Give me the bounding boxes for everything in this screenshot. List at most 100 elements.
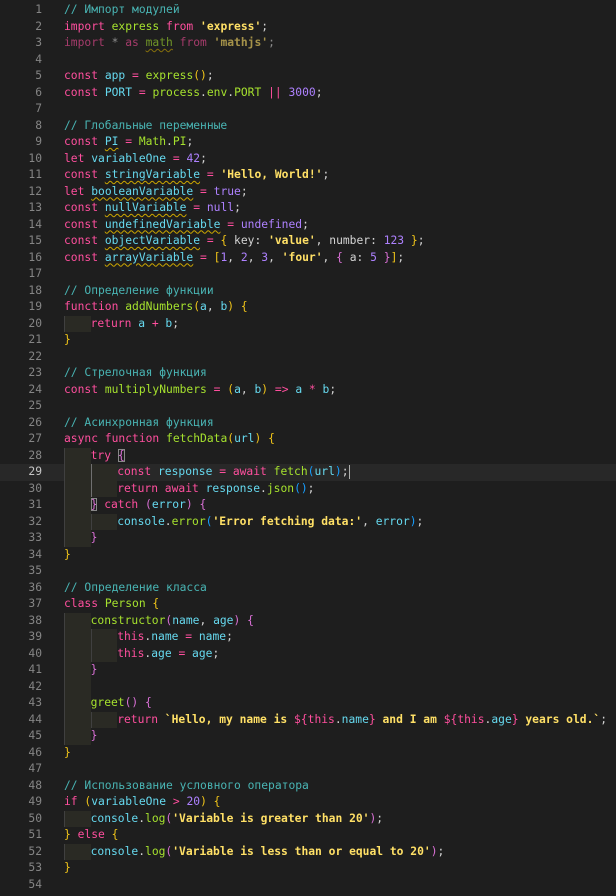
code-token: let [64,184,92,198]
code-token: ; [268,36,275,49]
code-line[interactable]: 4 [0,52,616,69]
code-token: ; [206,69,214,82]
line-number: 11 [28,168,42,181]
code-line[interactable]: 9 const PI = Math.PI; [0,134,616,151]
code-line[interactable]: 1 // Импорт модулей [0,2,616,19]
code-line[interactable]: 31} catch (error) { [0,497,616,514]
line-content: } else { [64,827,118,844]
line-content: const objectVariable = { key: 'value', n… [64,233,425,250]
code-line[interactable]: 12 let booleanVariable = true; [0,184,616,201]
code-line[interactable]: 30 return await response.json(); [0,480,616,497]
code-line[interactable]: 43 greet() { [0,695,616,712]
code-token: // Импорт модулей [64,3,180,16]
code-line[interactable]: 48 // Использование условного оператора [0,778,616,795]
code-line[interactable]: 54 [0,877,616,894]
code-token: } [64,547,71,561]
line-content: } [64,332,71,349]
code-token: math [145,36,173,49]
code-editor[interactable]: 1 // Импорт модулей 2 import express from '… [0,0,616,896]
line-content: const nullVariable = null; [64,200,241,217]
code-token: log [145,811,166,825]
code-line[interactable]: 47 [0,761,616,778]
code-line[interactable]: 16 const arrayVariable = [1, 2, 3, 'four'… [0,250,616,267]
code-token: else [77,828,112,841]
code-token: } [511,712,519,726]
code-line[interactable]: 17 [0,266,616,283]
line-number: 26 [28,415,42,429]
code-token: { [111,828,119,841]
code-token: } [64,333,71,346]
code-line[interactable]: 28 try { [0,447,616,464]
code-line[interactable]: 15 const objectVariable = { key: 'value',… [0,233,616,250]
line-content: async function fetchData(url) { [64,431,275,448]
code-token: ; [226,630,233,643]
indent-guide [64,678,91,695]
line-number: 19 [28,300,42,313]
code-line[interactable]: 29 const response = await fetch(url); [0,464,616,481]
code-line[interactable]: 32 console.error('Error fetching data:', … [0,513,616,530]
code-line[interactable]: 21} [0,332,616,349]
code-line[interactable]: 46} [0,745,616,762]
code-line[interactable]: 38 constructor(name, age) { [0,612,616,629]
code-token: nullVariable [104,201,187,214]
line-number: 28 [28,448,42,462]
line-number: 21 [28,333,42,346]
code-line[interactable]: 27 async function fetchData(url) { [0,431,616,448]
line-number: 17 [28,267,42,280]
code-line[interactable]: 14 const undefinedVariable = undefined; [0,217,616,234]
code-line[interactable]: 39 this.name = name; [0,629,616,646]
code-line[interactable]: 10 let variableOne = 42; [0,151,616,168]
code-line[interactable]: 45} [0,728,616,745]
code-line[interactable]: 23 // Стрелочная функция [0,365,616,382]
code-line[interactable]: 41} [0,662,616,679]
code-token: ; [417,234,425,247]
line-content: import express from 'express'; [64,19,268,36]
line-number: 15 [28,234,42,247]
code-line[interactable]: 19 function addNumbers(a, b) { [0,299,616,316]
code-token: ) [261,382,275,396]
code-line[interactable]: 2 import express from 'express'; [0,19,616,36]
code-line[interactable]: 51} else { [0,827,616,844]
code-line[interactable]: 20 return a + b; [0,315,616,332]
code-token: if [64,795,85,808]
line-content: // Асинхронная функция [64,415,214,432]
code-line[interactable]: 52 console.log('Variable is less than or … [0,843,616,860]
line-content: const undefinedVariable = undefined; [64,217,309,234]
code-line[interactable]: 50 console.log('Variable is greater than … [0,810,616,827]
code-line[interactable]: 13 const nullVariable = null; [0,200,616,217]
code-line[interactable]: 26 // Асинхронная функция [0,415,616,432]
code-token: const [64,85,105,99]
line-number: 31 [28,498,42,511]
code-token: years old.` [518,712,601,726]
code-token: // Глобальные переменные [64,118,228,132]
code-line[interactable]: 37 class Person { [0,596,616,613]
code-token: . [138,811,146,825]
code-token: ; [315,85,323,99]
code-line[interactable]: 7 [0,101,616,118]
code-line[interactable]: 33} [0,530,616,547]
line-number: 27 [28,432,42,445]
code-line[interactable]: 8 // Глобальные переменные [0,118,616,135]
code-line[interactable]: 40 this.age = age; [0,645,616,662]
code-line[interactable]: 42 [0,678,616,695]
code-line[interactable]: 3 import * as math from 'mathjs'; [0,35,616,52]
code-line[interactable]: 49 if (variableOne > 20) { [0,794,616,811]
code-line[interactable]: 25 [0,398,616,415]
code-line[interactable]: 11 const stringVariable = 'Hello, World!'… [0,167,616,184]
code-line[interactable]: 35 [0,563,616,580]
code-token: 5 [370,250,384,264]
code-token: . [166,135,173,148]
code-line[interactable]: 34} [0,547,616,564]
code-line[interactable]: 18 // Определение функции [0,283,616,300]
line-content: } [64,547,71,564]
code-line[interactable]: 5 const app = express(); [0,68,616,85]
code-line[interactable]: 44 return `Hello, my name is ${this.name}… [0,711,616,728]
code-token: json [266,481,295,495]
code-token: = [138,85,153,99]
code-line[interactable]: 53} [0,860,616,877]
line-number: 8 [35,118,42,132]
code-line[interactable]: 22 [0,349,616,366]
code-line[interactable]: 24 const multiplyNumbers = (a, b) => a * … [0,382,616,399]
code-line[interactable]: 36 // Определение класса [0,580,616,597]
code-line[interactable]: 6 const PORT = process.env.PORT || 3000; [0,85,616,102]
